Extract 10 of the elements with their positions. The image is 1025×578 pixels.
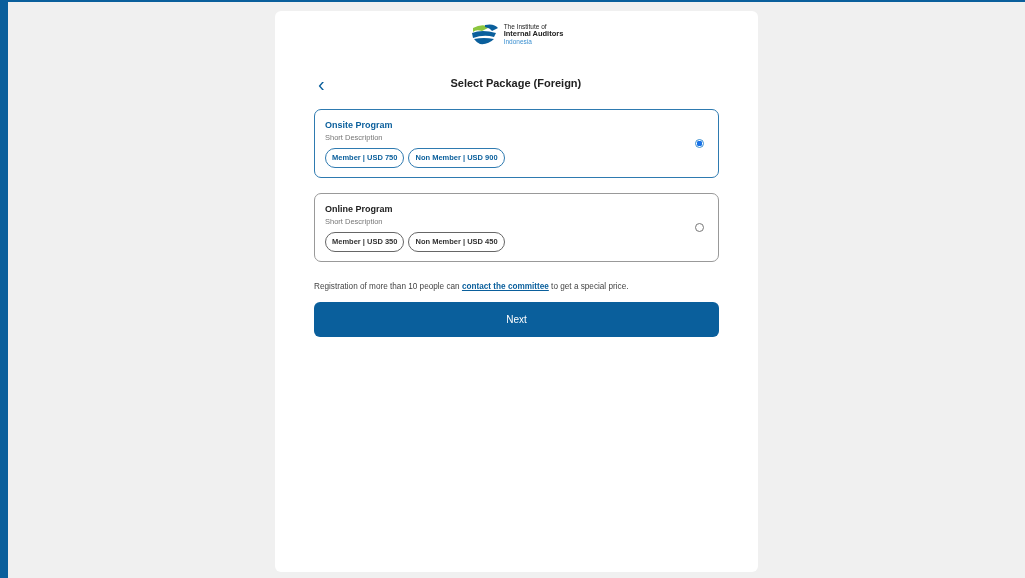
radio-button[interactable] xyxy=(695,222,704,232)
note-text: Registration of more than 10 people can contact the committee to get a special price. xyxy=(314,280,630,293)
logo-icon xyxy=(469,23,500,46)
page-title: Select Package (Foreign) xyxy=(450,76,582,92)
package-name: Onsite Program xyxy=(325,118,394,132)
contact-link[interactable]: contact the committee xyxy=(461,281,549,291)
back-button[interactable]: ‹ xyxy=(314,73,329,94)
next-button[interactable]: Next xyxy=(314,301,719,337)
radio-button[interactable] xyxy=(695,138,704,148)
package-name: Online Program xyxy=(325,202,394,216)
